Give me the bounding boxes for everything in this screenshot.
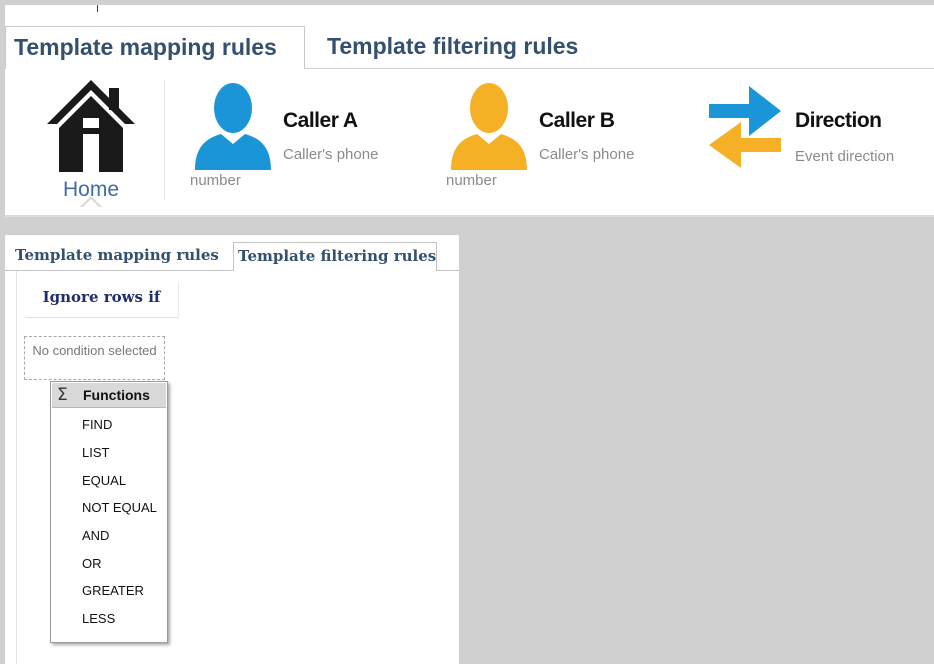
top-strip	[5, 5, 934, 22]
caller-b-subtitle-2: number	[446, 172, 497, 189]
ribbon: Home Caller A Caller's phone number Call…	[5, 70, 934, 217]
person-icon	[195, 83, 271, 170]
caller-a-title: Caller A	[283, 109, 358, 132]
tab-template-mapping-rules[interactable]: Template mapping rules	[5, 26, 305, 69]
menu-item-find[interactable]: FIND	[82, 415, 112, 435]
ribbon-separator	[164, 80, 165, 200]
ignore-rows-header: Ignore rows if	[25, 282, 179, 318]
functions-menu-title: Functions	[83, 387, 150, 403]
ribbon-bottom-border	[5, 215, 934, 217]
tab-template-mapping-rules[interactable]: Template mapping rules	[11, 242, 223, 271]
swap-arrows-icon	[709, 86, 781, 168]
menu-item-greater[interactable]: GREATER	[82, 581, 144, 601]
menu-item-or[interactable]: OR	[82, 554, 102, 574]
direction-field[interactable]: Direction Event direction	[705, 82, 930, 202]
bottom-panel: Template mapping rules Template filterin…	[5, 235, 459, 664]
menu-item-equal[interactable]: EQUAL	[82, 471, 126, 491]
functions-menu-header[interactable]: Σ Functions	[52, 383, 166, 408]
caller-b-title: Caller B	[539, 109, 615, 132]
tab-baseline	[305, 68, 934, 69]
condition-drop-zone[interactable]: No condition selected	[24, 336, 165, 380]
home-icon	[47, 80, 135, 172]
direction-title: Direction	[795, 109, 882, 132]
menu-item-list[interactable]: LIST	[82, 443, 109, 463]
top-tab-bar: Template mapping rules Template filterin…	[5, 22, 934, 70]
direction-subtitle: Event direction	[795, 148, 895, 165]
caller-b-field[interactable]: Caller B Caller's phone number	[446, 82, 669, 202]
menu-item-less[interactable]: LESS	[82, 609, 115, 629]
home-caret-inner	[82, 199, 100, 208]
menu-item-not-equal[interactable]: NOT EQUAL	[82, 498, 157, 518]
divider	[97, 5, 98, 12]
tab-template-filtering-rules[interactable]: Template filtering rules	[233, 242, 437, 271]
caller-a-subtitle-2: number	[190, 172, 241, 189]
home-button[interactable]: Home	[43, 78, 139, 208]
functions-menu: Σ Functions FIND LIST EQUAL NOT EQUAL AN…	[50, 381, 168, 643]
bottom-tab-bar: Template mapping rules Template filterin…	[5, 235, 459, 271]
top-panel: Template mapping rules Template filterin…	[5, 22, 934, 217]
person-icon	[451, 83, 527, 170]
caller-a-subtitle: Caller's phone	[283, 146, 379, 163]
caller-b-subtitle: Caller's phone	[539, 146, 635, 163]
menu-item-and[interactable]: AND	[82, 526, 109, 546]
tab-template-filtering-rules[interactable]: Template filtering rules	[319, 26, 586, 69]
caller-a-field[interactable]: Caller A Caller's phone number	[190, 82, 413, 202]
sigma-icon: Σ	[57, 385, 68, 405]
